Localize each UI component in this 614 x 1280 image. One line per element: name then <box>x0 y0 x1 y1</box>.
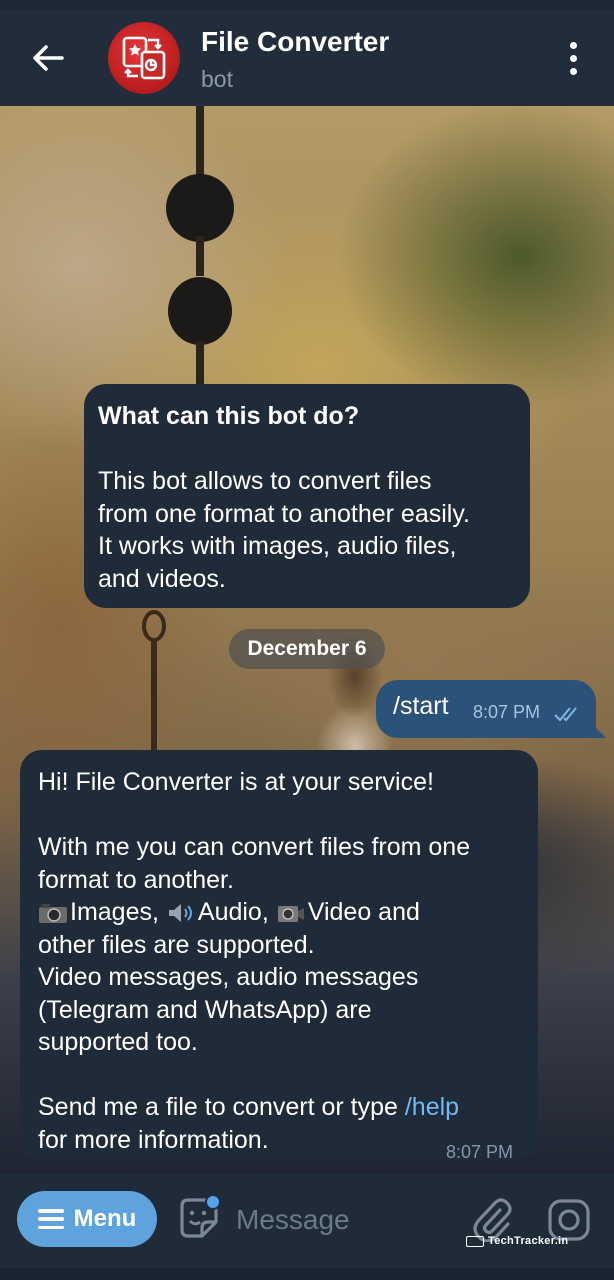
reply-text: supported too. <box>38 1028 198 1056</box>
message-time: 8:07 PM <box>446 1142 514 1162</box>
reply-help-line: Send me a file to convert or type /help <box>38 1093 460 1121</box>
speaker-emoji-icon <box>168 904 192 923</box>
video-label: Video and <box>307 898 420 926</box>
images-label: Images, <box>70 898 159 926</box>
reply-text: format to another. <box>38 865 234 894</box>
menu-label: Menu <box>73 1205 137 1232</box>
file-convert-icon <box>122 36 166 80</box>
watermark: TechTracker.in <box>466 1235 568 1247</box>
bubble-tail <box>592 724 606 738</box>
bot-reply-message[interactable]: Hi! File Converter is at your service! W… <box>20 750 538 1162</box>
reply-formats: Images, Audio, Video and <box>38 896 520 929</box>
more-vertical-icon[interactable] <box>556 38 590 78</box>
chat-area[interactable]: What can this bot do? This bot allows to… <box>0 106 614 1174</box>
message-input[interactable] <box>236 1198 436 1242</box>
reply-text: (Telegram and WhatsApp) are <box>38 995 372 1024</box>
camera-emoji-icon <box>39 904 67 924</box>
chat-title[interactable]: File Converter <box>201 26 389 58</box>
bot-intro-card: What can this bot do? This bot allows to… <box>84 384 530 608</box>
message-time: 8:07 PM <box>473 702 541 722</box>
help-command-link[interactable]: /help <box>405 1093 459 1121</box>
reply-text: Video messages, audio messages <box>38 963 419 991</box>
reply-text: With me you can convert files from one <box>38 833 471 861</box>
status-bar <box>0 0 614 10</box>
system-navigation-bar <box>0 1268 614 1280</box>
reply-greeting: Hi! File Converter is at your service! <box>38 768 434 796</box>
audio-label: Audio, <box>197 898 269 926</box>
reply-text: other files are supported. <box>38 930 315 959</box>
bot-avatar[interactable] <box>108 22 180 94</box>
new-sticker-badge <box>205 1194 221 1210</box>
intro-title: What can this bot do? <box>98 402 360 430</box>
start-command[interactable]: /start <box>393 692 449 721</box>
chat-subtitle: bot <box>201 66 233 92</box>
outgoing-message[interactable]: /start 8:07 PM <box>376 680 606 738</box>
intro-body: This bot allows to convert files from on… <box>98 467 470 593</box>
double-check-icon <box>554 707 577 722</box>
hamburger-icon <box>37 1209 64 1229</box>
chat-header: File Converter bot <box>0 10 614 106</box>
message-input-bar: Menu TechTracker.in <box>0 1174 614 1268</box>
monitor-icon <box>466 1235 484 1247</box>
back-arrow-icon[interactable] <box>28 40 68 76</box>
background-wallpaper <box>166 106 234 396</box>
video-camera-emoji-icon <box>277 906 304 923</box>
date-separator: December 6 <box>229 629 385 669</box>
bot-menu-button[interactable]: Menu <box>17 1191 157 1247</box>
